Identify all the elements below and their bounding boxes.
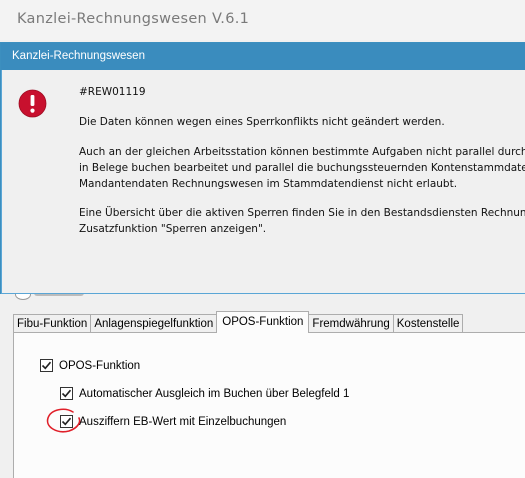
error-code: #REW01119 <box>79 86 146 98</box>
error-detail-line: Auch an der gleichen Arbeitsstation könn… <box>79 146 525 158</box>
tab-fremdwaehrung[interactable]: Fremdwährung <box>308 314 394 333</box>
annotation-circle <box>46 408 81 433</box>
auto-ausgleich-label: Automatischer Ausgleich im Buchen über B… <box>79 387 350 400</box>
error-icon <box>18 89 47 118</box>
tab-opos-funktion[interactable]: OPOS-Funktion <box>216 311 310 333</box>
dialog-titlebar[interactable]: Kanzlei-Rechnungswesen <box>1 43 525 70</box>
error-detail-line: in Belege buchen bearbeitet und parallel… <box>79 162 525 174</box>
app-title: Kanzlei-Rechnungswesen V.6.1 <box>17 11 250 27</box>
checkmark-icon <box>41 361 52 370</box>
option-auto-ausgleich[interactable]: Automatischer Ausgleich im Buchen über B… <box>60 387 349 400</box>
dialog-title: Kanzlei-Rechnungswesen <box>12 50 145 62</box>
error-dialog: Kanzlei-Rechnungswesen #REW01119 Die Dat… <box>0 42 525 294</box>
error-message: Die Daten können wegen eines Sperrkonfli… <box>79 116 445 128</box>
checkmark-icon <box>61 389 72 398</box>
option-opos-funktion[interactable]: OPOS-Funktion <box>40 359 140 372</box>
tab-kostenstelle[interactable]: Kostenstelle <box>392 314 464 333</box>
error-detail-line: Mandantendaten Rechnungswesen im Stammda… <box>79 178 458 190</box>
tab-anlagenspiegelfunktion[interactable]: Anlagenspiegelfunktion <box>90 314 218 333</box>
dialog-body: #REW01119 Die Daten können wegen eines S… <box>1 70 525 294</box>
tab-content-opos <box>13 332 525 478</box>
opos-label: OPOS-Funktion <box>59 359 141 372</box>
opos-checkbox[interactable] <box>40 359 53 372</box>
option-eb-wert[interactable]: Ausziffern EB-Wert mit Einzelbuchungen <box>60 415 286 428</box>
auto-ausgleich-checkbox[interactable] <box>60 387 73 400</box>
eb-wert-label: Ausziffern EB-Wert mit Einzelbuchungen <box>79 415 287 428</box>
tab-fibu-funktion[interactable]: Fibu-Funktion <box>13 314 92 333</box>
tab-bar: Fibu-Funktion Anlagenspiegelfunktion OPO… <box>13 311 464 333</box>
app-titlebar: Kanzlei-Rechnungswesen V.6.1 <box>0 0 525 40</box>
error-hint-line: Zusatzfunktion "Sperren anzeigen". <box>79 223 267 235</box>
error-hint-line: Eine Übersicht über die aktiven Sperren … <box>79 207 525 219</box>
